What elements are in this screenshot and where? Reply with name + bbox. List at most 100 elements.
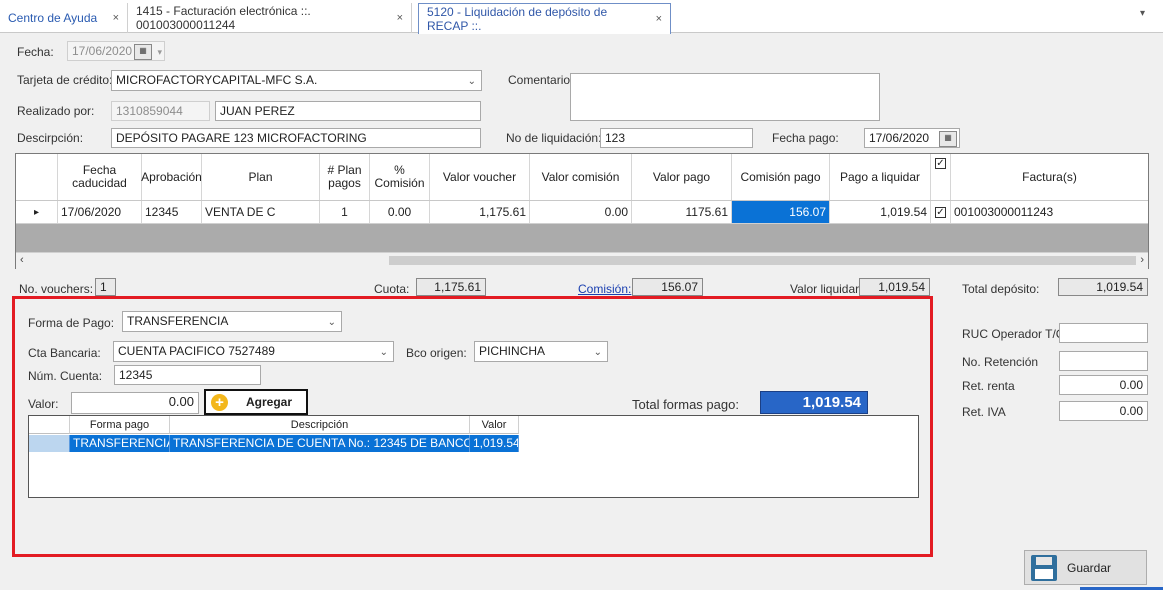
header-checkbox[interactable]: ✓ xyxy=(935,158,946,169)
ruc-field[interactable] xyxy=(1059,323,1148,343)
chevron-left-icon[interactable]: ‹ xyxy=(20,254,24,266)
chevron-right-icon[interactable]: › xyxy=(1140,254,1144,266)
vouchers-value: 1 xyxy=(95,278,116,296)
col-pago-liquidar[interactable]: Pago a liquidar xyxy=(830,154,931,200)
ret-iva-field[interactable]: 0.00 xyxy=(1059,401,1148,421)
col-fecha[interactable]: Fecha caducidad xyxy=(58,154,142,200)
ruc-label: RUC Operador T/C xyxy=(962,327,1065,341)
cell-aprobacion[interactable]: 12345 xyxy=(142,201,202,223)
agregar-label: Agregar xyxy=(246,395,293,409)
col-valor-comision[interactable]: Valor comisión xyxy=(530,154,632,200)
forma-pago-select[interactable]: TRANSFERENCIA ⌄ xyxy=(122,311,342,332)
guardar-label: Guardar xyxy=(1067,560,1112,575)
chevron-down-icon: ⌄ xyxy=(379,347,388,358)
descripcion-field[interactable]: DEPÓSITO PAGARE 123 MICROFACTORING xyxy=(111,128,481,148)
close-icon[interactable]: × xyxy=(387,12,403,24)
valor-liquidar-label: Valor liquidar: xyxy=(790,282,863,296)
cell-forma-pago[interactable]: TRANSFERENCIA xyxy=(70,435,170,452)
col-forma-pago[interactable]: Forma pago xyxy=(70,416,170,434)
tarjeta-select[interactable]: MICROFACTORYCAPITAL-MFC S.A. ⌄ xyxy=(111,70,482,91)
num-cuenta-field[interactable]: 12345 xyxy=(114,365,261,385)
chevron-down-icon: ▾ xyxy=(157,47,162,57)
cell-plan-pagos[interactable]: 1 xyxy=(320,201,370,223)
fecha-field[interactable]: 17/06/2020 ▦ ▾ xyxy=(67,41,165,61)
ret-renta-field[interactable]: 0.00 xyxy=(1059,375,1148,395)
cta-bancaria-value: CUENTA PACIFICO 7527489 xyxy=(118,344,275,358)
row-indicator[interactable] xyxy=(29,435,70,452)
ret-iva-label: Ret. IVA xyxy=(962,405,1006,419)
total-formas-value: 1,019.54 xyxy=(760,391,868,414)
valor-field[interactable]: 0.00 xyxy=(71,392,199,414)
vouchers-label: No. vouchers: xyxy=(19,282,94,296)
fecha-pago-field[interactable]: 17/06/2020 ▦ ▾ xyxy=(864,128,960,148)
guardar-button[interactable]: Guardar xyxy=(1024,550,1147,585)
cell-descripcion[interactable]: TRANSFERENCIA DE CUENTA No.: 12345 DE BA… xyxy=(170,435,470,452)
col-pct-comision[interactable]: % Comisión xyxy=(370,154,430,200)
retencion-field[interactable] xyxy=(1059,351,1148,371)
cuota-label: Cuota: xyxy=(374,282,410,296)
cta-bancaria-label: Cta Bancaria: xyxy=(28,346,101,360)
col-valor-voucher[interactable]: Valor voucher xyxy=(430,154,530,200)
chevron-down-icon: ⌄ xyxy=(327,317,336,328)
close-icon[interactable]: × xyxy=(646,13,662,25)
chevron-down-icon[interactable]: ▾ xyxy=(1140,8,1145,19)
cell-comision-pago[interactable]: 156.07 xyxy=(732,201,830,223)
tab-bar: Centro de Ayuda × 1415 - Facturación ele… xyxy=(0,0,1163,34)
cell-check[interactable]: ✓ xyxy=(931,201,951,223)
forma-pago-label: Forma de Pago: xyxy=(28,316,115,330)
col-comision-pago[interactable]: Comisión pago xyxy=(732,154,830,200)
cell-valor-comision[interactable]: 0.00 xyxy=(530,201,632,223)
col-aprobacion[interactable]: Aprobación xyxy=(141,154,202,200)
fecha-label: Fecha: xyxy=(17,45,54,59)
add-icon: + xyxy=(211,393,228,411)
horizontal-scrollbar[interactable]: ‹ › xyxy=(16,252,1148,269)
no-liquidacion-field[interactable]: 123 xyxy=(600,128,753,148)
retencion-label: No. Retención xyxy=(962,355,1039,369)
col-descripcion[interactable]: Descripción xyxy=(170,416,470,434)
save-icon xyxy=(1031,554,1057,581)
tarjeta-label: Tarjeta de crédito: xyxy=(17,73,113,87)
agregar-button[interactable]: + Agregar xyxy=(204,389,308,415)
total-deposito-label: Total depósito: xyxy=(962,282,1040,296)
bco-origen-select[interactable]: PICHINCHA ⌄ xyxy=(474,341,608,362)
descripcion-label: Descirpción: xyxy=(17,131,84,145)
cell-fecha[interactable]: 17/06/2020 xyxy=(58,201,142,223)
table-row[interactable]: ▸ 17/06/2020 12345 VENTA DE C 1 0.00 1,1… xyxy=(16,201,1148,224)
total-formas-label: Total formas pago: xyxy=(632,397,739,412)
cta-bancaria-select[interactable]: CUENTA PACIFICO 7527489 ⌄ xyxy=(113,341,394,362)
total-deposito-value: 1,019.54 xyxy=(1058,278,1148,296)
col-check[interactable]: ✓ xyxy=(931,154,951,200)
no-liquidacion-label: No de liquidación: xyxy=(506,131,602,145)
comision-value: 156.07 xyxy=(632,278,703,296)
cell-plan[interactable]: VENTA DE C xyxy=(202,201,320,223)
col-valor-pago[interactable]: Valor pago xyxy=(632,154,732,200)
cell-valor[interactable]: 1,019.54 xyxy=(470,435,519,452)
cell-valor-voucher[interactable]: 1,175.61 xyxy=(430,201,530,223)
realizado-id-field[interactable]: 1310859044 xyxy=(111,101,210,121)
calendar-icon[interactable]: ▦ xyxy=(939,131,957,147)
comentario-textarea[interactable] xyxy=(570,73,880,121)
col-valor[interactable]: Valor xyxy=(470,416,519,434)
bco-origen-value: PICHINCHA xyxy=(479,344,546,358)
tab-facturacion[interactable]: 1415 - Facturación electrónica ::. 00100… xyxy=(128,3,412,33)
row-indicator-header xyxy=(16,154,58,200)
realizado-nombre-field[interactable]: JUAN PEREZ xyxy=(215,101,481,121)
fecha-value: 17/06/2020 xyxy=(72,44,133,58)
tab-centro-ayuda[interactable]: Centro de Ayuda × xyxy=(0,3,128,33)
fecha-pago-label: Fecha pago: xyxy=(772,131,839,145)
comision-link[interactable]: Comisión: xyxy=(578,282,631,296)
tab-liquidacion[interactable]: 5120 - Liquidación de depósito de RECAP … xyxy=(418,3,671,34)
cell-pago-liquidar[interactable]: 1,019.54 xyxy=(830,201,931,223)
col-factura[interactable]: Factura(s) xyxy=(951,154,1148,200)
scrollbar-thumb[interactable] xyxy=(389,256,1136,265)
tab-label: Centro de Ayuda xyxy=(8,11,98,25)
close-icon[interactable]: × xyxy=(103,12,119,24)
cell-factura[interactable]: 001003000011243 xyxy=(951,201,1148,223)
row-checkbox[interactable]: ✓ xyxy=(935,206,946,218)
col-plan[interactable]: Plan xyxy=(202,154,320,200)
cell-pct-comision[interactable]: 0.00 xyxy=(370,201,430,223)
cuota-value: 1,175.61 xyxy=(416,278,486,296)
col-plan-pagos[interactable]: # Plan pagos xyxy=(320,154,370,200)
cell-valor-pago[interactable]: 1175.61 xyxy=(632,201,732,223)
row-indicator-icon: ▸ xyxy=(16,201,58,223)
